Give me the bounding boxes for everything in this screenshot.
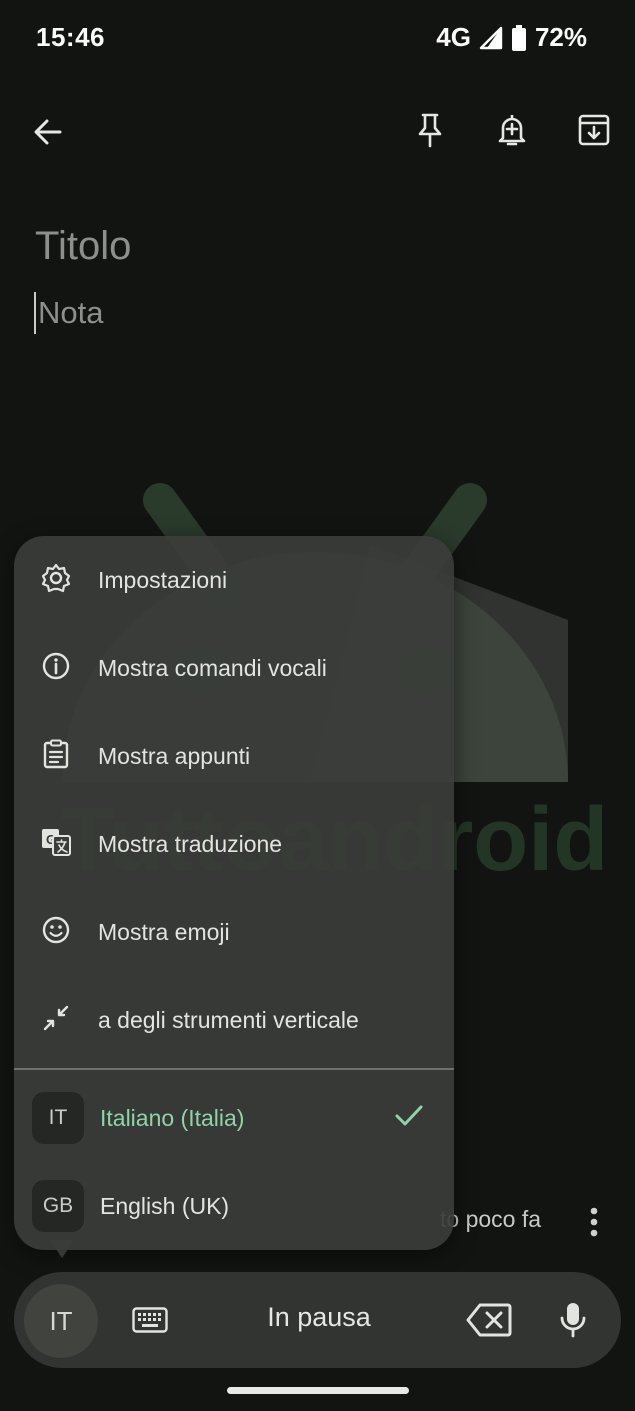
- edited-timestamp: to poco fa: [440, 1206, 542, 1232]
- emoji-icon: [41, 915, 71, 950]
- menu-item-label: Mostra comandi vocali: [98, 654, 327, 681]
- keyboard-options-menu: Impostazioni Mostra comandi vocali Mostr…: [14, 536, 454, 1250]
- menu-divider: [14, 1068, 454, 1070]
- microphone-icon[interactable]: [552, 1294, 594, 1346]
- collapse-arrows-icon: [41, 1003, 71, 1038]
- note-placeholder: Nota: [38, 295, 104, 330]
- status-indicators: 4G 72%: [436, 22, 587, 53]
- translate-icon: G: [40, 827, 72, 862]
- language-label: English (UK): [100, 1192, 230, 1219]
- settings-gear-icon: [41, 563, 71, 598]
- title-input[interactable]: Titolo: [35, 224, 131, 269]
- menu-item-clipboard[interactable]: Mostra appunti: [14, 712, 454, 800]
- menu-item-translation[interactable]: G Mostra traduzione: [14, 800, 454, 888]
- menu-pointer: [50, 1240, 74, 1258]
- info-icon: [41, 651, 71, 686]
- language-badge: IT: [32, 1092, 84, 1144]
- language-switch-button[interactable]: IT: [24, 1284, 98, 1358]
- language-option-gb[interactable]: GB English (UK): [14, 1162, 454, 1250]
- language-option-it[interactable]: IT Italiano (Italia): [14, 1074, 454, 1162]
- network-type: 4G: [436, 22, 471, 52]
- voice-status[interactable]: In pausa: [205, 1302, 433, 1333]
- note-input[interactable]: Nota: [34, 292, 103, 334]
- pin-icon[interactable]: [400, 100, 460, 160]
- signal-icon: [479, 26, 503, 50]
- battery-icon: [511, 24, 527, 51]
- clipboard-icon: [42, 739, 70, 774]
- battery-percent: 72%: [534, 22, 587, 52]
- menu-item-label: a degli strumenti verticale: [98, 1006, 359, 1033]
- keyboard-icon[interactable]: [126, 1296, 174, 1344]
- language-label: Italiano (Italia): [100, 1104, 245, 1131]
- menu-item-label: Impostazioni: [98, 566, 228, 593]
- menu-item-label: Mostra traduzione: [98, 830, 283, 857]
- archive-icon[interactable]: [564, 100, 624, 160]
- menu-item-vertical-toolbar[interactable]: a degli strumenti verticale: [14, 976, 454, 1064]
- add-reminder-icon[interactable]: [482, 100, 542, 160]
- menu-item-label: Mostra emoji: [98, 918, 230, 945]
- menu-item-label: Mostra appunti: [98, 742, 251, 769]
- menu-item-settings[interactable]: Impostazioni: [14, 536, 454, 624]
- back-arrow-icon[interactable]: [18, 102, 78, 162]
- menu-item-emoji[interactable]: Mostra emoji: [14, 888, 454, 976]
- home-indicator[interactable]: [227, 1387, 409, 1394]
- backspace-icon[interactable]: [462, 1294, 516, 1346]
- text-cursor: [34, 292, 36, 334]
- language-badge: GB: [32, 1180, 84, 1232]
- status-time: 15:46: [36, 22, 105, 52]
- more-options-icon[interactable]: [574, 1200, 614, 1244]
- menu-item-voice-commands[interactable]: Mostra comandi vocali: [14, 624, 454, 712]
- checkmark-icon: [394, 1104, 424, 1133]
